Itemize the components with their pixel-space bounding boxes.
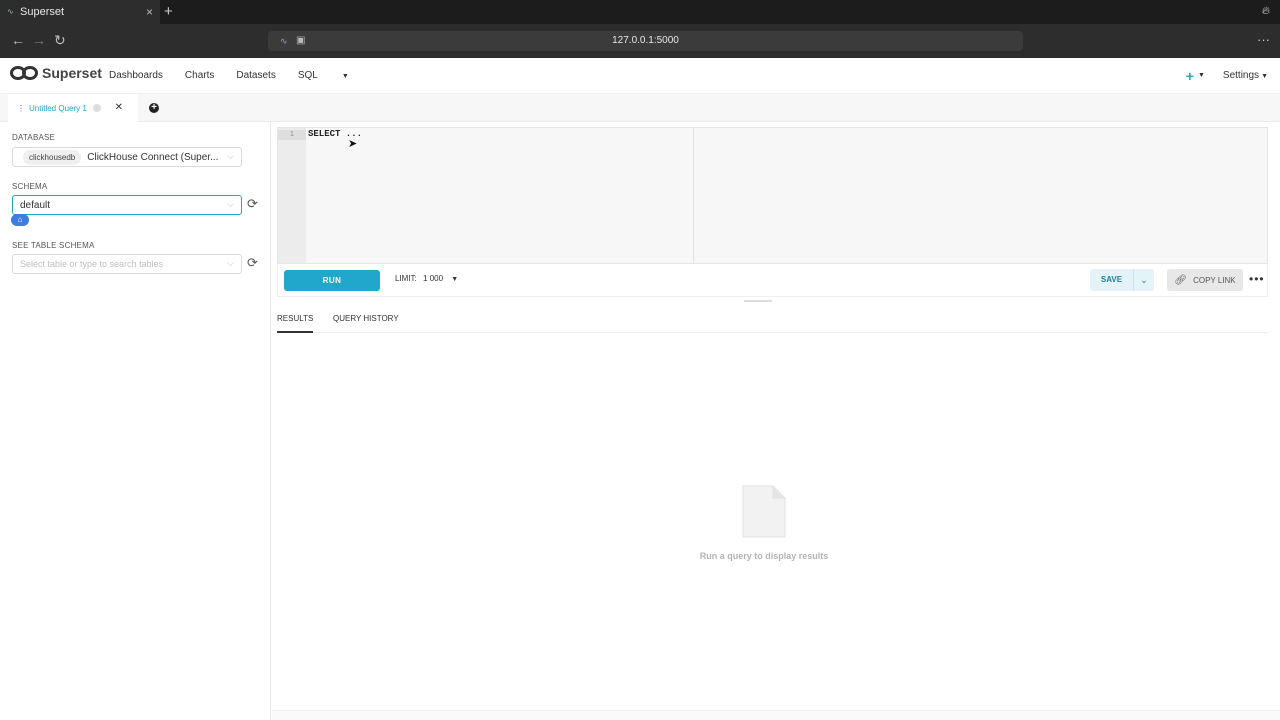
limit-dropdown[interactable]: LIMIT: 1 000 ▼	[395, 274, 458, 283]
chevron-down-icon: ⌵	[227, 151, 234, 161]
flame-icon[interactable]: 🔥︎	[1262, 5, 1270, 18]
query-tab[interactable]: ⋮ Untitled Query 1 ✕	[8, 94, 138, 122]
run-button[interactable]: RUN	[284, 270, 380, 291]
refresh-schema-icon[interactable]: ⟳	[247, 196, 258, 212]
chevron-down-icon: ⌵	[227, 199, 234, 209]
caret-down-icon: ▼	[1261, 73, 1268, 80]
schema-value: default	[20, 199, 51, 211]
tab-query-history[interactable]: QUERY HISTORY	[333, 314, 399, 323]
editor-toolbar: RUN LIMIT: 1 000 ▼ SAVE ⌄ 🔗︎ COPY LINK •…	[277, 264, 1268, 297]
limit-value: 1 000	[423, 274, 444, 283]
site-info-icon[interactable]: ∿	[280, 31, 288, 51]
superset-logo[interactable]: Superset	[10, 65, 102, 81]
table-select-placeholder: Select table or type to search tables	[20, 259, 164, 269]
results-tabs: RESULTS QUERY HISTORY	[277, 306, 1268, 333]
limit-label: LIMIT:	[395, 274, 417, 283]
copy-link-button[interactable]: 🔗︎ COPY LINK	[1167, 269, 1243, 291]
editor-gutter: 1	[278, 128, 306, 263]
app-header: Superset Dashboards Charts Datasets SQL ▼…	[0, 58, 1280, 94]
database-tag: clickhousedb	[23, 149, 82, 165]
caret-down-icon: ▼	[1197, 72, 1205, 79]
address-bar[interactable]: ∿ ▣ 127.0.0.1:5000	[268, 31, 1023, 51]
settings-label: Settings	[1222, 70, 1260, 81]
database-label: DATABASE	[12, 133, 56, 142]
chevron-down-icon: ⌵	[227, 258, 234, 268]
query-tab-label: Untitled Query 1	[29, 103, 87, 113]
nav-dashboards[interactable]: Dashboards	[109, 70, 163, 81]
table-schema-label: SEE TABLE SCHEMA	[12, 241, 95, 250]
nav-datasets[interactable]: Datasets	[236, 70, 275, 81]
resize-handle[interactable]	[744, 300, 772, 302]
superset-logo-icon	[10, 66, 38, 80]
table-select[interactable]: Select table or type to search tables ⌵	[12, 254, 242, 274]
browser-tab-title: Superset	[20, 6, 65, 18]
empty-results-message: Run a query to display results	[699, 551, 829, 561]
sql-editor[interactable]: 1 SELECT ...	[277, 127, 1268, 264]
refresh-tables-icon[interactable]: ⟳	[247, 255, 258, 271]
reload-icon[interactable]: ↻	[54, 32, 66, 49]
save-button-group: SAVE ⌄	[1090, 269, 1154, 291]
caret-down-icon: ▼	[451, 276, 459, 283]
query-status-icon	[92, 104, 101, 112]
schema-select[interactable]: default ⌵	[12, 195, 242, 215]
help-widget-icon[interactable]: ⌂	[11, 214, 29, 226]
superset-favicon-icon: ∿	[7, 7, 14, 16]
bottom-scrollbar[interactable]	[272, 710, 1280, 720]
left-sidebar: DATABASE clickhousedb ClickHouse Connect…	[0, 122, 271, 720]
settings-menu[interactable]: Settings ▼	[1223, 70, 1268, 81]
caret-down-icon: ▼	[341, 73, 349, 80]
logo-text: Superset	[42, 65, 102, 81]
close-tab-icon[interactable]: ×	[146, 5, 153, 19]
mouse-cursor-icon: ➤	[348, 138, 358, 150]
new-tab-icon[interactable]: +	[164, 3, 173, 20]
forward-icon[interactable]: →	[32, 32, 46, 48]
plus-icon: +	[1185, 67, 1194, 84]
database-select[interactable]: clickhousedb ClickHouse Connect (Super..…	[12, 147, 242, 167]
tab-menu-icon[interactable]: ⋮	[17, 104, 25, 113]
url-text: 127.0.0.1:5000	[612, 35, 679, 46]
save-button[interactable]: SAVE	[1090, 269, 1133, 291]
more-options-icon[interactable]: •••	[1249, 272, 1265, 286]
browser-tabstrip: ∿ Superset × + 🔥︎	[0, 0, 1280, 24]
database-value: ClickHouse Connect (Super...	[87, 151, 219, 163]
browser-tab[interactable]: ∿ Superset ×	[0, 0, 160, 24]
tab-results[interactable]: RESULTS	[277, 314, 314, 333]
add-query-tab-icon[interactable]: +	[149, 103, 159, 113]
main-nav: Dashboards Charts Datasets SQL ▼	[109, 70, 393, 81]
schema-label: SCHEMA	[12, 182, 48, 191]
nav-charts[interactable]: Charts	[185, 70, 214, 81]
page-icon[interactable]: ▣	[296, 31, 305, 51]
browser-toolbar: ← → ↻ ∿ ▣ 127.0.0.1:5000 ···	[0, 24, 1280, 58]
back-icon[interactable]: ←	[11, 32, 25, 48]
save-options-chevron-icon[interactable]: ⌄	[1133, 269, 1154, 291]
query-tabs: ⋮ Untitled Query 1 ✕ +	[0, 94, 1280, 122]
browser-menu-icon[interactable]: ···	[1257, 32, 1270, 47]
copy-link-label: COPY LINK	[1193, 275, 1236, 285]
link-icon: 🔗︎	[1174, 274, 1188, 286]
new-menu-button[interactable]: + ▼	[1185, 67, 1205, 84]
header-actions: + ▼ Settings ▼	[1185, 67, 1268, 84]
close-query-tab-icon[interactable]: ✕	[115, 102, 123, 113]
print-margin	[693, 128, 694, 263]
nav-sql[interactable]: SQL ▼	[298, 70, 371, 81]
line-number: 1	[278, 130, 306, 140]
empty-document-icon	[742, 485, 786, 538]
nav-sql-label: SQL	[297, 70, 318, 81]
